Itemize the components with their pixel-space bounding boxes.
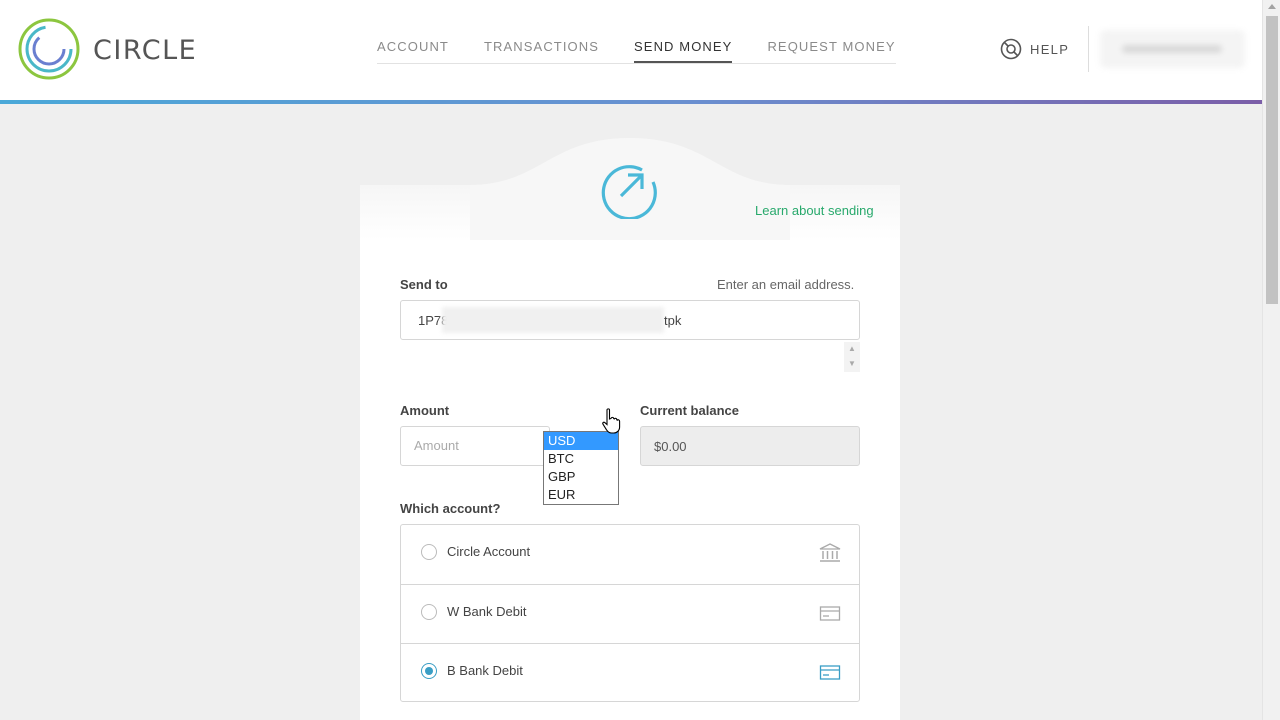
send-arrow-icon	[601, 165, 657, 219]
textarea-scroll-spinner[interactable]: ▲ ▼	[844, 342, 860, 372]
top-header: CIRCLE ACCOUNT TRANSACTIONS SEND MONEY R…	[0, 0, 1262, 100]
nav-account[interactable]: ACCOUNT	[377, 40, 449, 63]
currency-option-eur[interactable]: EUR	[544, 486, 618, 504]
current-balance-field: $0.00	[640, 426, 860, 466]
spinner-up-icon[interactable]: ▲	[848, 345, 856, 353]
card-icon	[819, 665, 841, 680]
brand-name: CIRCLE	[93, 35, 198, 66]
help-button[interactable]: HELP	[1000, 38, 1069, 60]
amount-field[interactable]	[400, 426, 550, 466]
spinner-down-icon[interactable]: ▼	[848, 360, 856, 368]
circle-logo-icon[interactable]	[18, 18, 80, 80]
currency-option-gbp[interactable]: GBP	[544, 468, 618, 486]
nav-send-money[interactable]: SEND MONEY	[634, 40, 733, 63]
amount-input[interactable]	[414, 438, 539, 453]
header-gradient-bar	[0, 100, 1262, 104]
which-account-label: Which account?	[400, 501, 501, 516]
bank-icon	[819, 543, 841, 562]
hand-cursor-icon	[602, 408, 621, 434]
account-radio-circle[interactable]	[421, 544, 437, 560]
main-nav: ACCOUNT TRANSACTIONS SEND MONEY REQUEST …	[377, 40, 896, 64]
send-to-redacted	[442, 307, 664, 333]
account-radio-w-bank[interactable]	[421, 604, 437, 620]
currency-option-usd[interactable]: USD	[544, 432, 618, 450]
account-label-w-bank: W Bank Debit	[447, 604, 527, 619]
account-option-circle[interactable]: Circle Account	[401, 525, 859, 584]
page-scrollbar[interactable]	[1262, 0, 1280, 720]
nav-request-money[interactable]: REQUEST MONEY	[767, 40, 895, 63]
scroll-thumb[interactable]	[1266, 16, 1278, 304]
account-radio-b-bank[interactable]	[421, 663, 437, 679]
user-profile-redacted[interactable]	[1100, 30, 1245, 68]
account-option-b-bank[interactable]: B Bank Debit	[401, 643, 859, 702]
amount-label: Amount	[400, 403, 450, 418]
currency-option-btc[interactable]: BTC	[544, 450, 618, 468]
send-to-label: Send to	[400, 277, 448, 292]
card-icon	[819, 606, 841, 621]
account-options: Circle Account W Bank Debit B Bank Debit	[400, 524, 860, 702]
current-balance-label: Current balance	[640, 403, 739, 418]
account-label-circle: Circle Account	[447, 544, 531, 559]
current-balance-value: $0.00	[654, 439, 687, 454]
nav-transactions[interactable]: TRANSACTIONS	[484, 40, 599, 63]
help-label: HELP	[1030, 41, 1070, 57]
lifebuoy-icon	[1000, 38, 1022, 60]
send-to-value-end: tpk	[664, 313, 682, 328]
send-to-input[interactable]: 1P78 tpk	[400, 300, 860, 340]
learn-about-sending-link[interactable]: Learn about sending	[755, 203, 874, 218]
account-label-b-bank: B Bank Debit	[447, 663, 523, 678]
scroll-up-arrow-icon[interactable]	[1268, 4, 1276, 9]
account-option-w-bank[interactable]: W Bank Debit	[401, 584, 859, 643]
currency-dropdown-list[interactable]: USD BTC GBP EUR	[543, 431, 619, 505]
header-divider	[1088, 26, 1089, 72]
send-to-hint: Enter an email address.	[717, 277, 855, 292]
